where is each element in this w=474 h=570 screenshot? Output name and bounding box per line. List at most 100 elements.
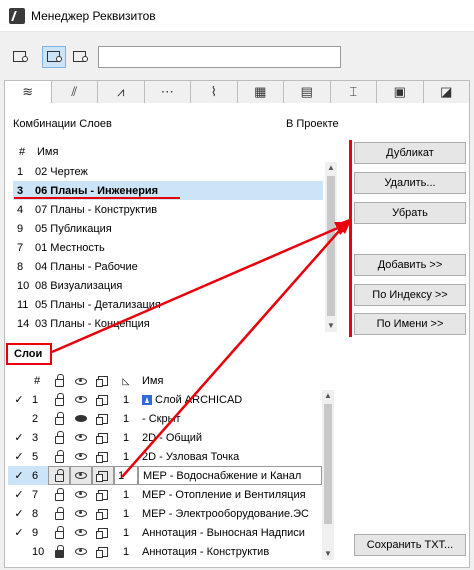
archicad-app-icon	[9, 7, 25, 24]
lock-column-icon	[48, 372, 70, 391]
wireframe-icon[interactable]	[92, 409, 114, 428]
scroll-down-icon[interactable]: ▼	[324, 550, 332, 558]
lock-open-icon[interactable]	[48, 504, 70, 523]
lock-closed-icon[interactable]	[48, 542, 70, 561]
duplicate-button[interactable]: Дубликат	[354, 142, 466, 164]
layers-tab[interactable]: ≋	[4, 80, 52, 104]
toolbar	[0, 32, 474, 80]
checkmark-icon[interactable]: ✓	[8, 390, 30, 409]
attribute-tabs: ≋ ⫽ ⩘ ⋯ ⌇ ▦ ▤ ⌶ ▣ ◪	[4, 80, 470, 104]
list-item[interactable]: 14 03 Планы - Концепция	[13, 314, 323, 333]
list-item[interactable]: 10 08 Визуализация	[13, 276, 323, 295]
intersection-group-field[interactable]: 1	[114, 466, 138, 485]
table-row[interactable]: ✓ 7 1 MEP - Отопление и Вентиляция	[8, 485, 322, 504]
list-item[interactable]: 9 05 Публикация	[13, 219, 323, 238]
search-input[interactable]	[98, 46, 341, 68]
checkmark-icon[interactable]: ✓	[8, 447, 30, 466]
wireframe-column-icon	[92, 372, 114, 391]
layers-scrollbar[interactable]: ▲ ▼	[322, 390, 334, 560]
checkmark-icon[interactable]	[8, 409, 30, 428]
add-button[interactable]: Добавить >>	[354, 254, 466, 276]
materials-tab[interactable]: ▦	[237, 80, 284, 104]
lock-open-icon[interactable]	[48, 466, 70, 485]
remove-button[interactable]: Убрать	[354, 202, 466, 224]
lines-tab[interactable]: ⋯	[144, 80, 191, 104]
view-list-icon[interactable]	[8, 46, 32, 68]
eye-hidden-icon[interactable]	[70, 409, 92, 428]
zones-tab[interactable]: ▣	[377, 80, 424, 104]
scroll-thumb[interactable]	[324, 404, 332, 524]
checkmark-icon[interactable]: ✓	[8, 523, 30, 542]
title-bar: Менеджер Реквизитов	[0, 0, 474, 32]
layer-name-field[interactable]: MEP - Водоснабжение и Канал	[138, 466, 322, 485]
wireframe-icon[interactable]	[92, 447, 114, 466]
lock-open-icon[interactable]	[48, 428, 70, 447]
table-row-selected[interactable]: ✓ 6 1 MEP - Водоснабжение и Канал	[8, 466, 322, 485]
fill-icon: ⩘	[117, 84, 125, 99]
table-row[interactable]: ✓ 1 1 Слой ARCHICAD	[8, 390, 322, 409]
list-item[interactable]: 11 05 Планы - Детализация	[13, 295, 323, 314]
view-detail-icon[interactable]	[68, 46, 92, 68]
by-index-button[interactable]: По Индексу >>	[354, 284, 466, 306]
table-row[interactable]: ✓ 5 1 2D - Узловая Точка	[8, 447, 322, 466]
selection-underline-annotation	[14, 197, 180, 199]
table-row[interactable]: 2 1 - Скрыт	[8, 409, 322, 428]
intersection-column-icon: ◺	[122, 375, 130, 386]
archicad-layer-icon	[142, 394, 152, 405]
by-name-button[interactable]: По Имени >>	[354, 313, 466, 335]
list-item[interactable]: 1 02 Чертеж	[13, 162, 323, 181]
wireframe-icon[interactable]	[92, 466, 114, 485]
table-row[interactable]: ✓ 9 1 Аннотация - Выносная Надписи	[8, 523, 322, 542]
profile-icon: ⌶	[349, 84, 358, 99]
in-project-label: В Проекте	[286, 118, 339, 130]
eye-icon[interactable]	[70, 485, 92, 504]
scroll-up-icon[interactable]: ▲	[327, 164, 335, 172]
save-txt-button[interactable]: Сохранить TXT...	[354, 534, 466, 556]
layers-list-header: # ◺ Имя	[8, 372, 334, 390]
table-row[interactable]: ✓ 3 1 2D - Общий	[8, 428, 322, 447]
wireframe-icon[interactable]	[92, 485, 114, 504]
combos-scrollbar[interactable]: ▲ ▼	[325, 162, 337, 332]
eye-icon[interactable]	[70, 447, 92, 466]
combos-list: # Имя 1 02 Чертеж 3 06 Планы - Инженерия 4…	[13, 142, 339, 332]
lock-open-icon[interactable]	[48, 447, 70, 466]
eye-icon[interactable]	[70, 523, 92, 542]
composites-tab[interactable]: ▤	[284, 80, 331, 104]
scroll-down-icon[interactable]: ▼	[327, 322, 335, 330]
checkmark-icon[interactable]: ✓	[8, 466, 30, 485]
lock-open-icon[interactable]	[48, 485, 70, 504]
building-material-icon: ▦	[254, 84, 267, 99]
eye-icon[interactable]	[70, 390, 92, 409]
wireframe-icon[interactable]	[92, 504, 114, 523]
lock-open-icon[interactable]	[48, 523, 70, 542]
wireframe-icon[interactable]	[92, 542, 114, 561]
checkmark-icon[interactable]: ✓	[8, 485, 30, 504]
lock-open-icon[interactable]	[48, 409, 70, 428]
table-row[interactable]: ✓ 8 1 MEP - Электрооборудование.ЭС	[8, 504, 322, 523]
eye-icon[interactable]	[70, 428, 92, 447]
eye-icon[interactable]	[70, 504, 92, 523]
surfaces-tab[interactable]: ◪	[423, 80, 470, 104]
checkmark-icon[interactable]: ✓	[8, 504, 30, 523]
scroll-thumb[interactable]	[327, 176, 335, 316]
checkmark-icon[interactable]: ✓	[8, 428, 30, 447]
pens-tab[interactable]: ⫽	[51, 80, 98, 104]
fills-tab[interactable]: ⩘	[98, 80, 145, 104]
pen-icon: ⫽	[71, 84, 78, 99]
view-split-icon[interactable]	[42, 46, 66, 68]
eye-icon[interactable]	[70, 466, 92, 485]
lock-open-icon[interactable]	[48, 390, 70, 409]
scroll-up-icon[interactable]: ▲	[324, 392, 332, 400]
delete-button[interactable]: Удалить...	[354, 172, 466, 194]
eye-icon[interactable]	[70, 542, 92, 561]
list-item[interactable]: 4 07 Планы - Конструктив	[13, 200, 323, 219]
wireframe-icon[interactable]	[92, 390, 114, 409]
wireframe-icon[interactable]	[92, 428, 114, 447]
list-item[interactable]: 8 04 Планы - Рабочие	[13, 257, 323, 276]
table-row[interactable]: 10 1 Аннотация - Конструктив	[8, 542, 322, 561]
profiles-tab[interactable]: ⌶	[330, 80, 377, 104]
wireframe-icon[interactable]	[92, 523, 114, 542]
list-item[interactable]: 7 01 Местность	[13, 238, 323, 257]
brush-tab[interactable]: ⌇	[191, 80, 238, 104]
checkmark-icon[interactable]	[8, 542, 30, 561]
